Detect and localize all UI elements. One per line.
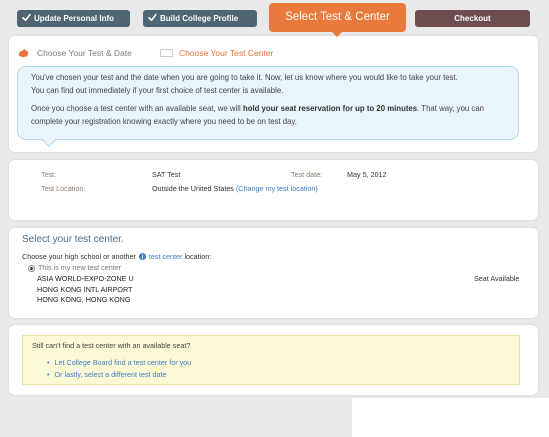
instruction-text: . That way, you can xyxy=(417,104,484,113)
test-location-value: Outside the United States xyxy=(152,184,234,193)
instruction-text: Once you choose a test center with an av… xyxy=(31,104,241,113)
instructions-callout: You've chosen your test and the date whe… xyxy=(17,66,519,148)
step-build-college-profile[interactable]: Build College Profile xyxy=(143,10,257,27)
test-date-label: Test date: xyxy=(291,170,323,179)
bullet-icon: • xyxy=(47,370,50,379)
substep-choose-test-center: Choose Your Test Center xyxy=(179,48,274,58)
test-summary-panel: Test: SAT Test Test date: May 5, 2012 Te… xyxy=(9,160,538,220)
substep-choose-test-date[interactable]: Choose Your Test & Date xyxy=(37,48,132,58)
change-location-link[interactable]: (Change my test location) xyxy=(236,184,318,193)
callout-tail xyxy=(41,132,57,148)
seat-availability: Seat Available xyxy=(474,274,520,283)
test-location-label: Test Location: xyxy=(41,184,86,193)
instruction-line: Once you choose a test center with an av… xyxy=(31,103,518,116)
step-select-test-and-center: Select Test & Center xyxy=(269,3,406,32)
test-center-radio[interactable] xyxy=(28,265,35,272)
section-heading: Select your test center. xyxy=(22,234,124,245)
step-update-personal-info[interactable]: Update Personal Info xyxy=(17,10,130,27)
test-center-address: ASIA WORLD-EXPO-ZONE U HONG KONG INTL AI… xyxy=(37,274,134,306)
step-indicator-box xyxy=(160,49,173,57)
test-center-radio-label[interactable]: This is my new test center xyxy=(38,263,121,273)
check-icon xyxy=(22,13,31,22)
prompt-text: location: xyxy=(184,252,212,261)
test-label: Test: xyxy=(41,170,57,179)
help-question: Still can't find a test center with an a… xyxy=(32,341,191,350)
address-line: HONG KONG, HONG KONG xyxy=(37,295,131,304)
step-label: Checkout xyxy=(454,14,491,23)
info-icon[interactable] xyxy=(138,253,146,260)
address-line: ASIA WORLD-EXPO-ZONE U xyxy=(37,274,134,283)
test-date-value: May 5, 2012 xyxy=(347,170,387,179)
instruction-line: You can find out immediately if your fir… xyxy=(31,85,284,95)
prompt-text: Choose your high school or another xyxy=(22,252,136,261)
test-center-link[interactable]: test center xyxy=(149,252,183,261)
test-value: SAT Test xyxy=(152,170,181,179)
test-location-row: Outside the United States (Change my tes… xyxy=(152,184,318,194)
select-different-date-link[interactable]: Or lastly, select a different test date xyxy=(55,370,167,379)
instruction-line: You've chosen your test and the date whe… xyxy=(31,73,458,82)
step-indicator-icon xyxy=(18,48,29,58)
active-step-notch xyxy=(331,31,343,37)
find-test-center-link[interactable]: Let College Board find a test center for… xyxy=(55,358,192,367)
address-line: HONG KONG INTL AIRPORT xyxy=(37,284,133,294)
list-item: • Or lastly, select a different test date xyxy=(47,370,167,380)
step-label: Update Personal Info xyxy=(34,14,115,23)
blank-area xyxy=(352,398,549,437)
step-checkout[interactable]: Checkout xyxy=(415,10,530,27)
test-center-panel: Select your test center. Choose your hig… xyxy=(9,228,538,318)
seat-hold-emphasis: hold your seat reservation for up to 20 … xyxy=(242,104,418,113)
check-icon xyxy=(148,13,157,22)
bullet-icon: • xyxy=(47,358,50,367)
list-item: • Let College Board find a test center fo… xyxy=(47,358,191,368)
step-label: Select Test & Center xyxy=(285,11,390,23)
step-label: Build College Profile xyxy=(160,14,239,23)
help-panel: Still can't find a test center with an a… xyxy=(9,325,538,395)
intro-panel: Choose Your Test & Date Choose Your Test… xyxy=(9,36,538,152)
center-prompt: Choose your high school or another test c… xyxy=(22,252,211,262)
instruction-line: complete your registration knowing exact… xyxy=(31,116,297,126)
help-box: Still can't find a test center with an a… xyxy=(22,335,520,385)
